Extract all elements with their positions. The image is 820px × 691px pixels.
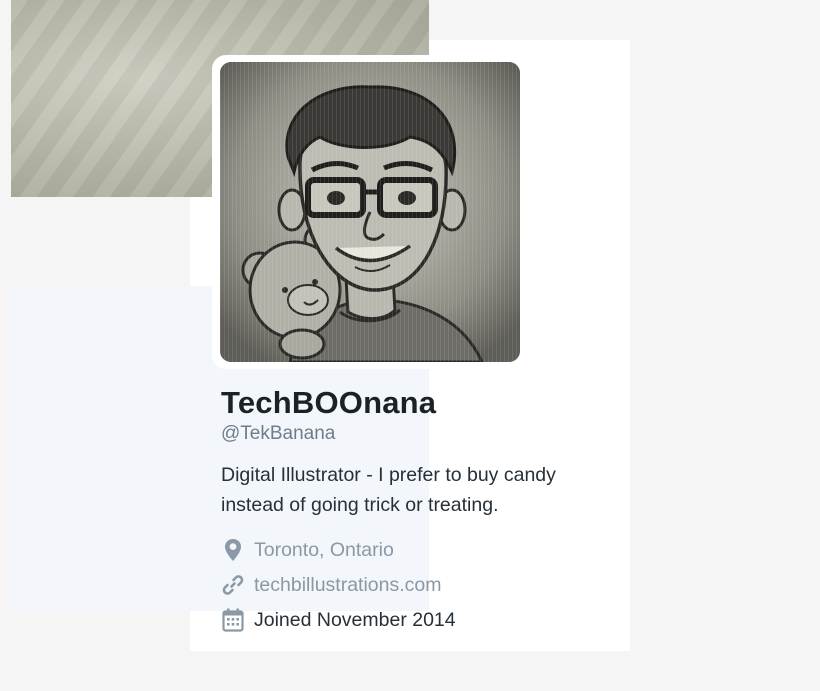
bio-line: Digital Illustrator - I prefer to buy ca… bbox=[221, 464, 556, 486]
link-icon bbox=[221, 572, 245, 598]
display-name[interactable]: TechBOOnana bbox=[221, 385, 436, 421]
bio-line: instead of going trick or treating. bbox=[221, 494, 499, 516]
calendar-icon bbox=[221, 607, 245, 633]
user-handle[interactable]: @TekBanana bbox=[221, 423, 335, 445]
avatar[interactable] bbox=[220, 62, 520, 362]
joined-row: Joined November 2014 bbox=[221, 606, 456, 634]
website-link[interactable]: techbillustrations.com bbox=[254, 574, 442, 597]
location-text: Toronto, Ontario bbox=[254, 538, 394, 561]
website-row: techbillustrations.com bbox=[221, 571, 442, 599]
profile-bio: Digital Illustrator - I prefer to buy ca… bbox=[221, 460, 616, 520]
avatar-illustration bbox=[220, 62, 520, 362]
map-pin-icon bbox=[221, 537, 245, 563]
location-row: Toronto, Ontario bbox=[221, 536, 394, 564]
joined-text: Joined November 2014 bbox=[254, 608, 456, 631]
